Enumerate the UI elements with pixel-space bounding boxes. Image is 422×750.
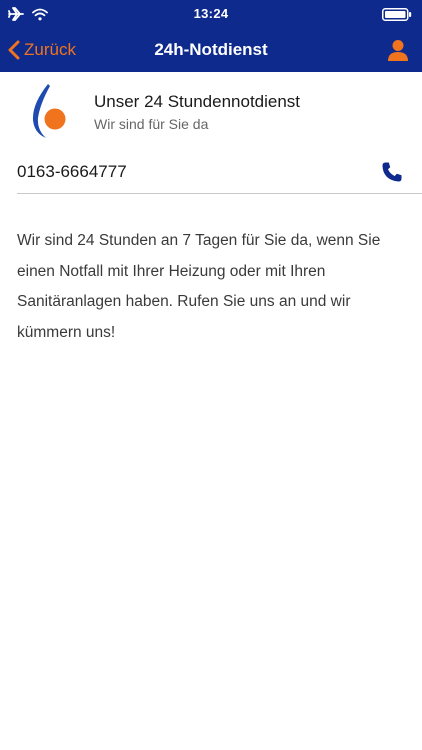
page-title: 24h-Notdienst <box>154 40 268 59</box>
header-subtitle: Wir sind für Sie da <box>94 116 209 132</box>
notdienst-header: Unser 24 Stundennotdienst Wir sind für S… <box>0 72 422 152</box>
status-bar: 13:24 <box>0 0 422 28</box>
phone-number[interactable]: 0163-6664777 <box>17 162 127 182</box>
navigation-bar: Zurück 24h-Notdienst <box>0 28 422 72</box>
phone-icon[interactable] <box>380 160 404 184</box>
description-text: Wir sind 24 Stunden an 7 Tagen für Sie d… <box>17 232 381 341</box>
phone-row[interactable]: 0163-6664777 <box>0 152 422 194</box>
company-logo <box>32 84 66 138</box>
battery-icon <box>382 8 412 21</box>
user-icon[interactable] <box>386 38 410 62</box>
header-title: Unser 24 Stundennotdienst <box>94 92 301 111</box>
phone-divider <box>17 193 422 194</box>
status-time: 13:24 <box>193 6 229 21</box>
